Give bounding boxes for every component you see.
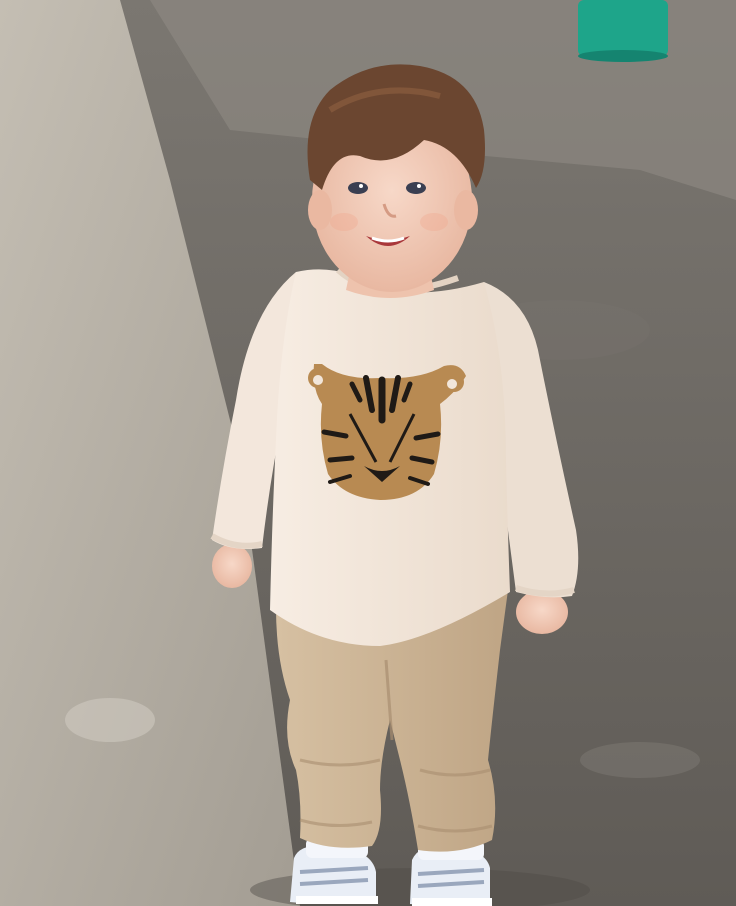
ground-stain: [65, 698, 155, 742]
left-eye: [348, 182, 368, 194]
ground-stain: [580, 742, 700, 778]
photo-canvas: [0, 0, 736, 906]
right-eye: [406, 182, 426, 194]
left-hand: [212, 544, 252, 588]
teal-bucket: [578, 0, 668, 62]
photo-illustration: [0, 0, 736, 906]
